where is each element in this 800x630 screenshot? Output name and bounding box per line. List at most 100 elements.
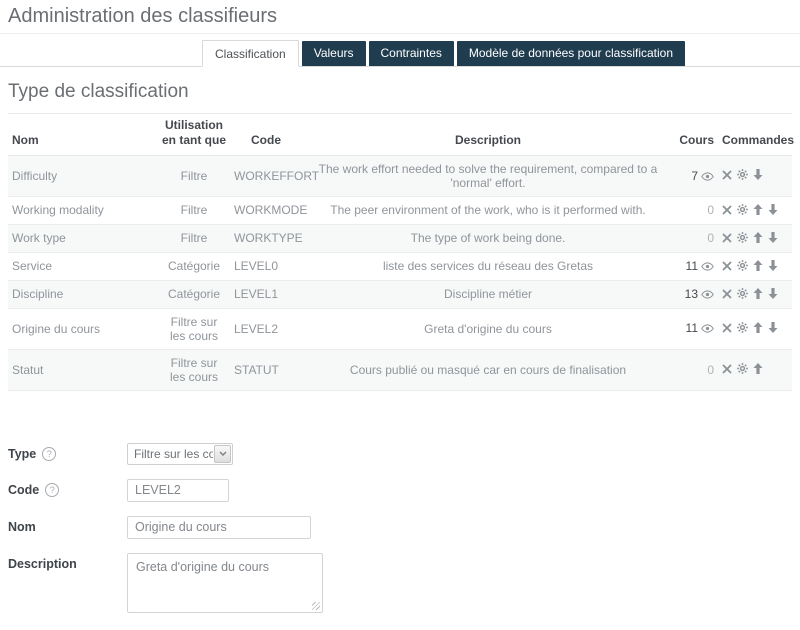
cell-nom: Working modality <box>8 197 158 225</box>
cell-cours: 11 <box>674 252 718 280</box>
cell-code: LEVEL2 <box>230 308 302 349</box>
header-cours: Cours <box>674 114 718 156</box>
description-textarea-wrap: Greta d'origine du cours <box>127 553 323 616</box>
tab-valeurs[interactable]: Valeurs <box>302 41 366 66</box>
cell-code: STATUT <box>230 349 302 390</box>
delete-icon[interactable] <box>722 363 732 377</box>
edit-form: Type ? Filtre sur les cours Code ? Nom D <box>8 443 792 616</box>
table-header-row: Nom Utilisation en tant que Code Descrip… <box>8 114 792 156</box>
cell-commandes <box>718 252 792 280</box>
cell-utilisation: Filtre <box>158 197 230 225</box>
description-label-wrap: Description <box>8 553 127 571</box>
form-row-type: Type ? Filtre sur les cours <box>8 443 792 465</box>
type-select-value: Filtre sur les cours <box>128 447 213 461</box>
cours-count: 11 <box>686 259 698 273</box>
cours-count: 0 <box>707 231 714 245</box>
delete-icon[interactable] <box>722 204 732 218</box>
help-icon[interactable]: ? <box>45 483 59 497</box>
code-label-wrap: Code ? <box>8 479 127 497</box>
moveup-icon[interactable] <box>753 288 763 302</box>
moveup-icon[interactable] <box>753 322 763 336</box>
delete-icon[interactable] <box>722 288 732 302</box>
settings-icon[interactable] <box>737 363 748 377</box>
nom-input[interactable] <box>127 516 311 539</box>
form-row-description: Description Greta d'origine du cours <box>8 553 792 616</box>
tab-contraintes[interactable]: Contraintes <box>369 41 454 66</box>
cell-code: LEVEL1 <box>230 280 302 308</box>
page: Administration des classifieurs Classifi… <box>0 0 800 616</box>
eye-icon[interactable] <box>701 170 714 184</box>
table-row: Difficulty Filtre WORKEFFORT The work ef… <box>8 156 792 197</box>
resize-handle[interactable] <box>312 602 320 610</box>
cell-description: liste des services du réseau des Gretas <box>302 252 674 280</box>
cell-cours: 0 <box>674 197 718 225</box>
cell-utilisation: Catégorie <box>158 252 230 280</box>
settings-icon[interactable] <box>737 288 748 302</box>
code-input[interactable] <box>127 479 229 502</box>
table-row: Statut Filtre sur les cours STATUT Cours… <box>8 349 792 390</box>
delete-icon[interactable] <box>722 169 732 183</box>
cell-nom: Origine du cours <box>8 308 158 349</box>
cell-description: The peer environment of the work, who is… <box>302 197 674 225</box>
eye-icon[interactable] <box>701 322 714 336</box>
table-row: Working modality Filtre WORKMODE The pee… <box>8 197 792 225</box>
type-select[interactable]: Filtre sur les cours <box>127 443 233 465</box>
cell-nom: Service <box>8 252 158 280</box>
movedown-icon[interactable] <box>768 322 778 336</box>
header-code: Code <box>230 114 302 156</box>
movedown-icon[interactable] <box>768 204 778 218</box>
cell-code: WORKEFFORT <box>230 156 302 197</box>
header-description: Description <box>302 114 674 156</box>
delete-icon[interactable] <box>722 232 732 246</box>
page-header: Administration des classifieurs <box>0 0 800 34</box>
moveup-icon[interactable] <box>753 232 763 246</box>
cell-commandes <box>718 224 792 252</box>
cours-count: 0 <box>707 203 714 217</box>
form-row-nom: Nom <box>8 516 792 539</box>
movedown-icon[interactable] <box>768 260 778 274</box>
cell-utilisation: Filtre sur les cours <box>158 308 230 349</box>
type-label-wrap: Type ? <box>8 443 127 461</box>
movedown-icon[interactable] <box>768 232 778 246</box>
eye-icon[interactable] <box>701 260 714 274</box>
settings-icon[interactable] <box>737 204 748 218</box>
moveup-icon[interactable] <box>753 260 763 274</box>
section-heading: Type de classification <box>8 81 792 103</box>
cell-utilisation: Filtre <box>158 156 230 197</box>
cell-code: WORKMODE <box>230 197 302 225</box>
cell-utilisation: Filtre sur les cours <box>158 349 230 390</box>
cell-description: Discipline métier <box>302 280 674 308</box>
movedown-icon[interactable] <box>768 288 778 302</box>
movedown-icon[interactable] <box>753 169 763 183</box>
settings-icon[interactable] <box>737 322 748 336</box>
tab-classification[interactable]: Classification <box>202 40 299 67</box>
cell-code: LEVEL0 <box>230 252 302 280</box>
cell-code: WORKTYPE <box>230 224 302 252</box>
classification-table-body: Difficulty Filtre WORKEFFORT The work ef… <box>8 156 792 391</box>
delete-icon[interactable] <box>722 260 732 274</box>
cell-cours: 0 <box>674 224 718 252</box>
cell-utilisation: Filtre <box>158 224 230 252</box>
table-row: Discipline Catégorie LEVEL1 Discipline m… <box>8 280 792 308</box>
settings-icon[interactable] <box>737 169 748 183</box>
description-textarea[interactable]: Greta d'origine du cours <box>127 553 323 613</box>
help-icon[interactable]: ? <box>42 447 56 461</box>
eye-icon[interactable] <box>701 288 714 302</box>
moveup-icon[interactable] <box>753 363 763 377</box>
settings-icon[interactable] <box>737 260 748 274</box>
table-row: Work type Filtre WORKTYPE The type of wo… <box>8 224 792 252</box>
cell-nom: Discipline <box>8 280 158 308</box>
header-nom: Nom <box>8 114 158 156</box>
cell-commandes <box>718 308 792 349</box>
tab-modele-de-donnees[interactable]: Modèle de données pour classification <box>457 41 685 66</box>
description-label: Description <box>8 557 77 571</box>
code-label: Code <box>8 483 39 497</box>
cours-count: 13 <box>685 287 698 301</box>
settings-icon[interactable] <box>737 232 748 246</box>
delete-icon[interactable] <box>722 322 732 336</box>
page-title: Administration des classifieurs <box>8 5 792 28</box>
cell-commandes <box>718 156 792 197</box>
table-row: Service Catégorie LEVEL0 liste des servi… <box>8 252 792 280</box>
moveup-icon[interactable] <box>753 204 763 218</box>
classification-table: Nom Utilisation en tant que Code Descrip… <box>8 113 792 391</box>
